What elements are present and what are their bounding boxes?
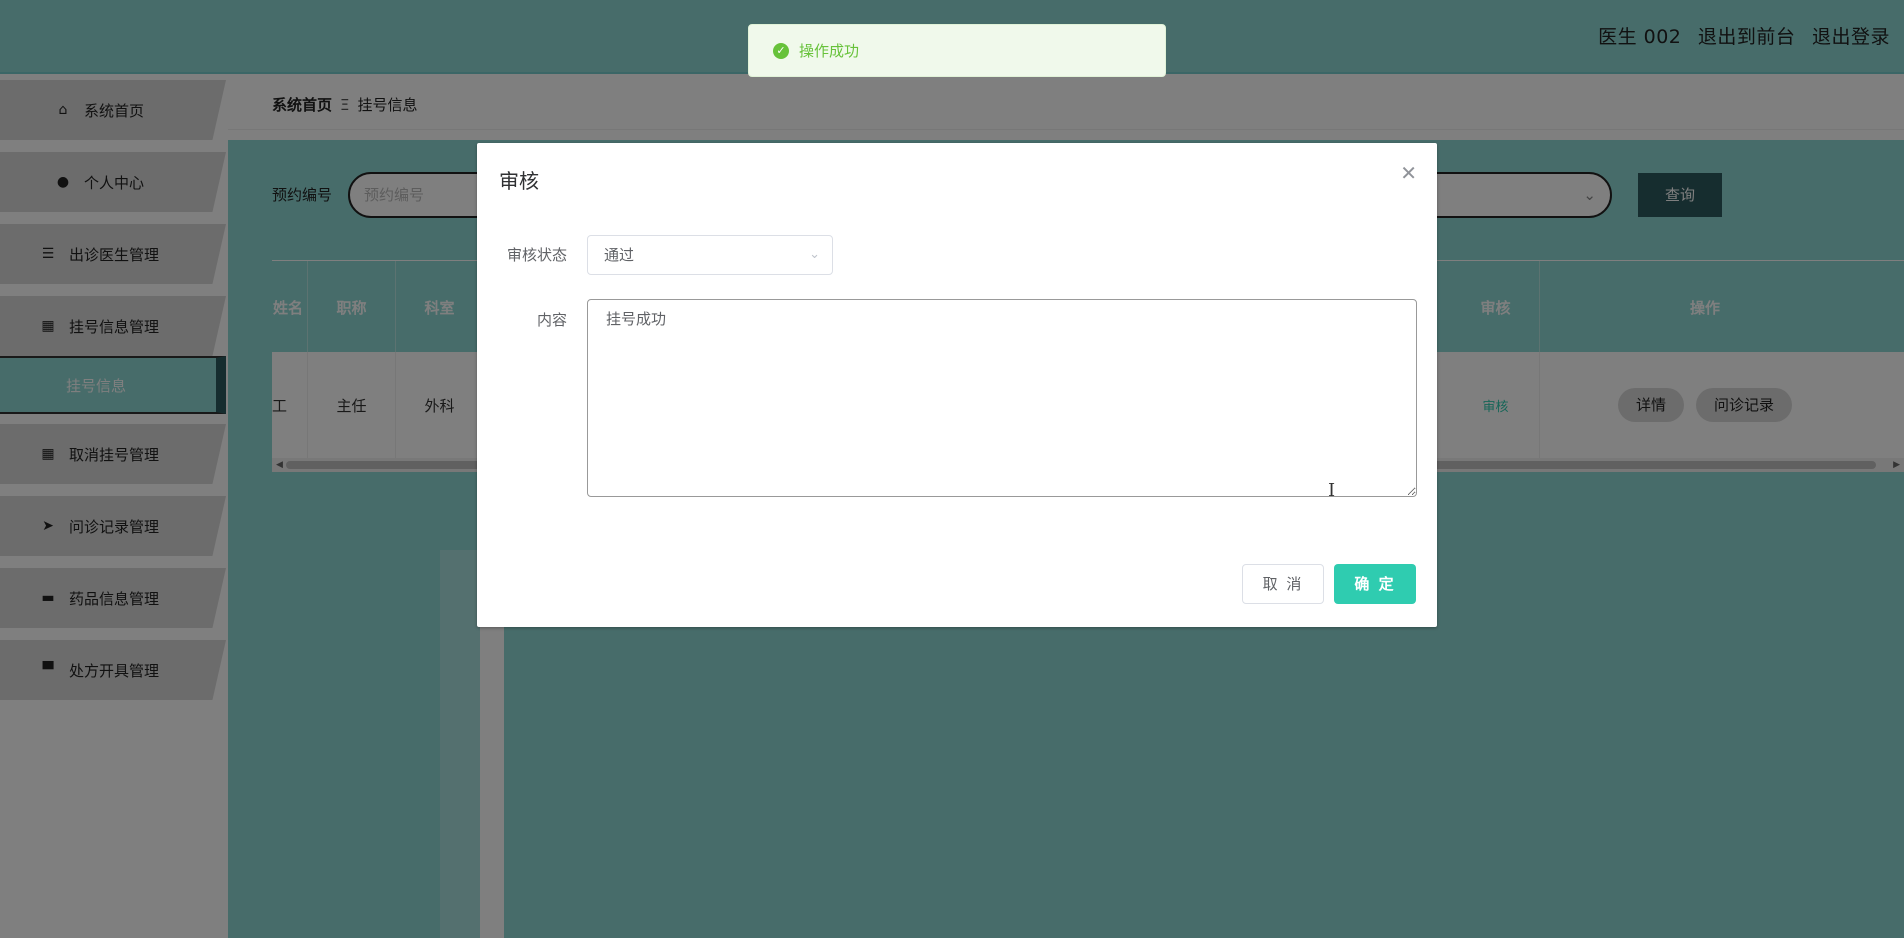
chevron-down-icon: ⌄ <box>809 247 820 262</box>
cancel-button[interactable]: 取 消 <box>1242 564 1324 604</box>
audit-dialog: 审核 ✕ 审核状态 通过 ⌄ 内容 挂号成功 取 消 确 定 <box>477 143 1437 627</box>
audit-status-value: 通过 <box>604 246 635 264</box>
dialog-title: 审核 <box>499 169 539 193</box>
audit-status-select[interactable]: 通过 ⌄ <box>587 235 833 275</box>
close-icon[interactable]: ✕ <box>1400 163 1417 183</box>
text-cursor-icon: I <box>1328 480 1336 501</box>
success-toast: ✓ 操作成功 <box>748 24 1166 77</box>
confirm-button[interactable]: 确 定 <box>1334 564 1416 604</box>
toast-message: 操作成功 <box>799 42 860 60</box>
content-label: 内容 <box>536 311 567 329</box>
check-circle-icon: ✓ <box>773 42 789 59</box>
audit-status-label: 审核状态 <box>506 246 567 264</box>
content-textarea[interactable]: 挂号成功 <box>587 299 1417 497</box>
